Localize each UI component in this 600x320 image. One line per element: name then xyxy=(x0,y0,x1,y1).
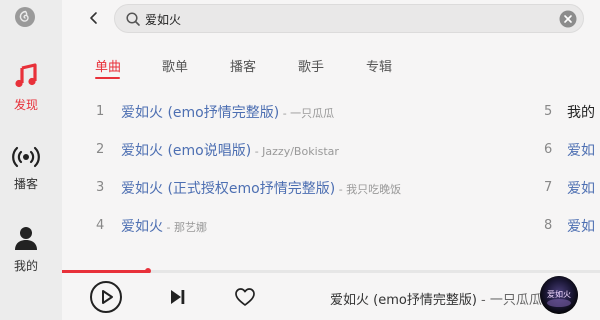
heart-icon[interactable] xyxy=(234,287,256,307)
song-title: 爱如 xyxy=(567,143,595,159)
album-art[interactable]: 爱如火 xyxy=(540,276,578,314)
song-number: 8 xyxy=(544,218,553,233)
music-note-icon xyxy=(15,63,37,88)
tab-podcasts[interactable]: 播客 xyxy=(230,56,256,75)
now-playing-title: 爱如火 (emo抒情完整版) xyxy=(330,293,477,308)
song-title: 爱如火 (正式授权emo抒情完整版) xyxy=(121,181,336,197)
song-number: 3 xyxy=(96,180,105,195)
song-title: 爱如火 (emo抒情完整版) xyxy=(121,105,280,121)
netease-cloud-music-logo-icon[interactable] xyxy=(14,6,36,28)
sidebar-item-label: 播客 xyxy=(13,177,38,191)
tab-artists[interactable]: 歌手 xyxy=(298,56,324,75)
song-artist: 那艺娜 xyxy=(173,221,207,234)
song-title: 爱如火 (emo说唱版) xyxy=(121,143,252,159)
play-button[interactable] xyxy=(90,281,122,313)
song-artist: Jazzy/Bokistar xyxy=(262,145,339,158)
sidebar-item-mine[interactable]: 我的 xyxy=(0,225,52,274)
album-art-text: 爱如火 xyxy=(547,289,571,299)
sidebar-item-podcast[interactable]: 播客 xyxy=(0,145,52,192)
main-content: 单曲 歌单 播客 歌手 专辑 1 爱如火 (emo抒情完整版) - 一只瓜瓜 2… xyxy=(62,0,600,270)
song-title: 爱如 xyxy=(567,219,595,235)
person-icon xyxy=(15,227,37,250)
sidebar-item-discover[interactable]: 发现 xyxy=(0,62,52,113)
song-title: 爱如火 xyxy=(121,219,163,235)
player-bar: 爱如火 (emo抒情完整版) - 一只瓜瓜 爱如火 xyxy=(62,273,600,320)
song-title: 爱如 xyxy=(567,181,595,197)
separator: - xyxy=(251,145,263,158)
song-artist: 我只吃晚饭 xyxy=(346,183,402,196)
song-title-line: 爱如火 (emo抒情完整版) - 一只瓜瓜 xyxy=(121,102,334,122)
search-icon xyxy=(126,12,140,26)
clear-icon[interactable] xyxy=(559,10,577,28)
chevron-left-icon[interactable] xyxy=(84,8,104,28)
sidebar-item-label: 发现 xyxy=(13,98,38,112)
song-title-line: 爱如火 (正式授权emo抒情完整版) - 我只吃晚饭 xyxy=(121,178,401,198)
now-playing-info[interactable]: 爱如火 (emo抒情完整版) - 一只瓜瓜 xyxy=(330,289,542,308)
search-bar[interactable] xyxy=(114,4,584,33)
now-playing-artist: 一只瓜瓜 xyxy=(489,293,542,308)
next-track-icon[interactable] xyxy=(168,288,186,306)
tab-active-indicator xyxy=(95,77,120,79)
separator: - xyxy=(335,183,347,196)
broadcast-icon xyxy=(12,146,40,168)
search-input[interactable] xyxy=(145,8,545,30)
song-number: 4 xyxy=(96,218,105,233)
song-artist: 一只瓜瓜 xyxy=(290,107,335,120)
separator: - xyxy=(476,293,490,308)
song-title-line: 爱如火 (emo说唱版) - Jazzy/Bokistar xyxy=(121,140,339,160)
tab-playlists[interactable]: 歌单 xyxy=(162,56,188,75)
play-icon xyxy=(102,290,113,304)
sidebar-item-label: 我的 xyxy=(13,259,38,273)
sidebar: 发现 播客 我的 xyxy=(0,0,62,320)
song-number: 5 xyxy=(544,104,553,119)
album-cover-image: 爱如火 xyxy=(540,276,578,314)
tab-albums[interactable]: 专辑 xyxy=(366,56,392,75)
song-number: 7 xyxy=(544,180,553,195)
song-number: 6 xyxy=(544,142,553,157)
separator: - xyxy=(279,107,291,120)
separator: - xyxy=(163,221,174,234)
song-number: 1 xyxy=(96,104,105,119)
song-title-line: 爱如火 - 那艺娜 xyxy=(121,216,207,236)
song-number: 2 xyxy=(96,142,105,157)
tab-songs[interactable]: 单曲 xyxy=(95,56,121,79)
song-title: 我的 xyxy=(567,105,595,121)
